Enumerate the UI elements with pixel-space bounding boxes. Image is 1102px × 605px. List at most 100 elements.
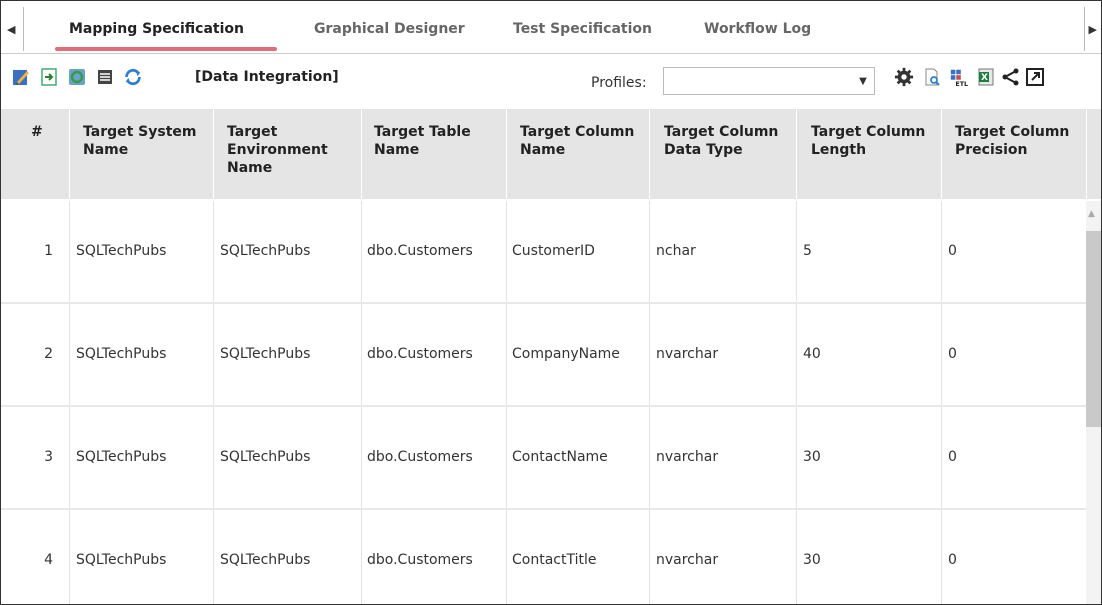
tab-divider (23, 7, 24, 51)
column-divider[interactable] (506, 109, 507, 199)
share-icon[interactable] (1001, 67, 1021, 87)
list-icon[interactable] (95, 67, 115, 87)
table-row[interactable]: 1 SQLTechPubs SQLTechPubs dbo.Customers … (1, 201, 1086, 304)
scroll-tabs-right-icon[interactable]: ▶ (1089, 23, 1097, 36)
cell-target-column-name[interactable]: ContactName (512, 449, 608, 465)
cell-divider (796, 201, 797, 302)
cell-divider (649, 304, 650, 405)
tab-graphical-designer[interactable]: Graphical Designer (314, 21, 465, 37)
cell-target-column-data-type[interactable]: nvarchar (656, 346, 718, 362)
row-index: 3 (44, 449, 53, 465)
cell-target-system-name[interactable]: SQLTechPubs (76, 552, 166, 568)
cell-target-environment-name[interactable]: SQLTechPubs (220, 449, 310, 465)
chevron-down-icon[interactable]: ▼ (852, 68, 874, 94)
cell-target-column-name[interactable]: CompanyName (512, 346, 620, 362)
cell-divider (796, 407, 797, 508)
cell-divider (361, 510, 362, 604)
toolbar: [Data Integration] Profiles: ▼ ETL X (1, 63, 1101, 101)
etl-icon[interactable]: ETL (949, 67, 969, 88)
cell-target-table-name[interactable]: dbo.Customers (367, 346, 473, 362)
cell-divider (69, 201, 70, 302)
column-divider[interactable] (796, 109, 797, 199)
cell-target-column-data-type[interactable]: nvarchar (656, 449, 718, 465)
column-header-target-table-name[interactable]: Target Table Name (374, 123, 471, 159)
column-divider[interactable] (1086, 109, 1087, 199)
cell-target-column-length[interactable]: 40 (803, 346, 821, 362)
table-header: # Target System Name Target Environment Nam… (1, 109, 1101, 199)
table-row[interactable]: 2 SQLTechPubs SQLTechPubs dbo.Customers … (1, 304, 1086, 407)
popout-icon[interactable] (1025, 67, 1045, 87)
column-header-target-system-name[interactable]: Target System Name (83, 123, 197, 159)
cell-divider (506, 304, 507, 405)
cell-divider (796, 510, 797, 604)
cell-target-column-precision[interactable]: 0 (948, 243, 957, 259)
cell-divider (69, 304, 70, 405)
vertical-scrollbar[interactable]: ▲ (1086, 201, 1101, 604)
cell-target-column-length[interactable]: 30 (803, 449, 821, 465)
row-index: 2 (44, 346, 53, 362)
column-header-target-column-data-type[interactable]: Target Column Data Type (664, 123, 778, 159)
scroll-tabs-left-icon[interactable]: ◀ (7, 23, 15, 36)
scroll-up-icon[interactable]: ▲ (1088, 209, 1095, 219)
cell-divider (941, 510, 942, 604)
cell-target-column-precision[interactable]: 0 (948, 552, 957, 568)
import-icon[interactable] (39, 67, 59, 87)
tab-mapping-specification[interactable]: Mapping Specification (69, 21, 244, 37)
cell-target-column-name[interactable]: ContactTitle (512, 552, 596, 568)
cell-target-column-data-type[interactable]: nchar (656, 243, 696, 259)
cell-target-system-name[interactable]: SQLTechPubs (76, 346, 166, 362)
cell-divider (506, 201, 507, 302)
scrollbar-thumb[interactable] (1086, 231, 1101, 427)
column-divider[interactable] (213, 109, 214, 199)
column-header-target-column-name[interactable]: Target Column Name (520, 123, 634, 159)
row-index: 1 (44, 243, 53, 259)
cell-divider (69, 407, 70, 508)
refresh-icon[interactable] (123, 67, 143, 87)
profiles-dropdown[interactable]: ▼ (663, 67, 875, 95)
column-header-target-environment-name[interactable]: Target Environment Name (227, 123, 328, 177)
cell-target-column-length[interactable]: 5 (803, 243, 812, 259)
edit-icon[interactable] (11, 67, 31, 87)
preview-icon[interactable] (922, 67, 942, 87)
active-tab-indicator (55, 47, 277, 51)
cell-target-table-name[interactable]: dbo.Customers (367, 552, 473, 568)
cell-divider (361, 407, 362, 508)
tab-workflow-log[interactable]: Workflow Log (704, 21, 811, 37)
mapping-window: ◀ Mapping Specification Graphical Design… (0, 0, 1102, 605)
table-row[interactable]: 3 SQLTechPubs SQLTechPubs dbo.Customers … (1, 407, 1086, 510)
cell-divider (941, 304, 942, 405)
cell-divider (361, 201, 362, 302)
cell-divider (649, 201, 650, 302)
excel-icon[interactable]: X (976, 67, 996, 87)
cell-divider (796, 304, 797, 405)
cell-target-column-name[interactable]: CustomerID (512, 243, 595, 259)
tab-divider (1084, 7, 1085, 51)
cell-target-column-length[interactable]: 30 (803, 552, 821, 568)
column-divider[interactable] (69, 109, 70, 199)
tab-test-specification[interactable]: Test Specification (513, 21, 652, 37)
column-header-target-column-precision[interactable]: Target Column Precision (955, 123, 1069, 159)
cell-target-environment-name[interactable]: SQLTechPubs (220, 346, 310, 362)
cell-target-system-name[interactable]: SQLTechPubs (76, 243, 166, 259)
cell-divider (213, 407, 214, 508)
cell-target-column-precision[interactable]: 0 (948, 449, 957, 465)
cell-target-environment-name[interactable]: SQLTechPubs (220, 552, 310, 568)
cell-target-column-data-type[interactable]: nvarchar (656, 552, 718, 568)
column-header-index[interactable]: # (31, 123, 43, 141)
cell-target-table-name[interactable]: dbo.Customers (367, 243, 473, 259)
cell-target-environment-name[interactable]: SQLTechPubs (220, 243, 310, 259)
cell-target-column-precision[interactable]: 0 (948, 346, 957, 362)
sync-icon[interactable] (67, 67, 87, 87)
column-divider[interactable] (361, 109, 362, 199)
cell-divider (506, 407, 507, 508)
row-index: 4 (44, 552, 53, 568)
column-divider[interactable] (649, 109, 650, 199)
cell-target-system-name[interactable]: SQLTechPubs (76, 449, 166, 465)
column-header-target-column-length[interactable]: Target Column Length (811, 123, 925, 159)
cell-target-table-name[interactable]: dbo.Customers (367, 449, 473, 465)
table-row[interactable]: 4 SQLTechPubs SQLTechPubs dbo.Customers … (1, 510, 1086, 604)
tab-bar: ◀ Mapping Specification Graphical Design… (1, 1, 1101, 54)
breadcrumb: [Data Integration] (195, 69, 339, 85)
column-divider[interactable] (941, 109, 942, 199)
settings-gear-icon[interactable] (894, 67, 914, 87)
